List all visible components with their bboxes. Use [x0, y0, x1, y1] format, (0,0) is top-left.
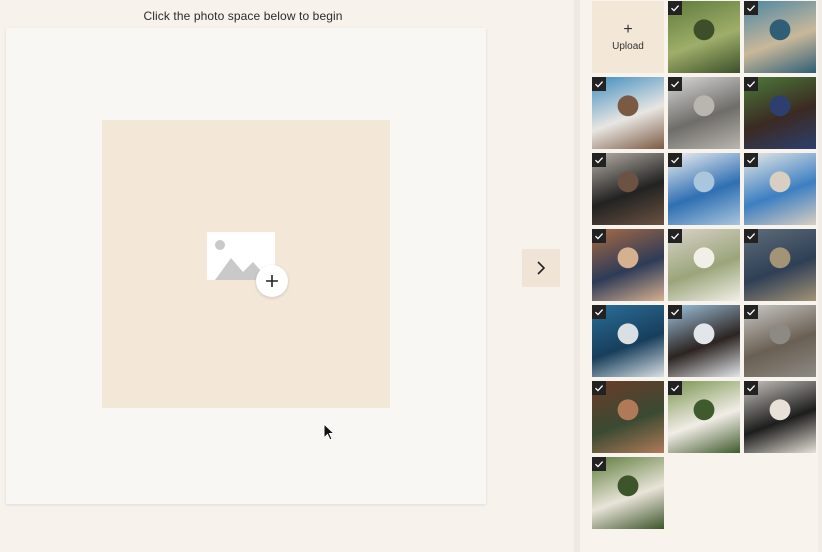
photo-thumbnail-boat-water[interactable]: [592, 305, 664, 377]
checkmark-icon[interactable]: [744, 77, 758, 91]
checkmark-icon[interactable]: [668, 77, 682, 91]
next-page-button[interactable]: [522, 249, 560, 287]
checkmark-icon[interactable]: [592, 229, 606, 243]
checkmark-icon[interactable]: [592, 457, 606, 471]
photo-thumbnail-couple-selfie[interactable]: [592, 229, 664, 301]
checkmark-icon[interactable]: [744, 153, 758, 167]
photo-panel: + Upload: [580, 0, 822, 552]
plus-icon: +: [623, 20, 633, 38]
photo-thumbnail-coastal-cliffs[interactable]: [744, 1, 816, 73]
checkmark-icon[interactable]: [592, 153, 606, 167]
photo-thumbnail-woman-arms-up[interactable]: [668, 305, 740, 377]
instruction-text: Click the photo space below to begin: [143, 9, 343, 23]
photo-thumbnail-wedding-couple[interactable]: [744, 381, 816, 453]
photo-thumbnail-woman-on-boat[interactable]: [592, 77, 664, 149]
photo-thumbnail-couple-kiss[interactable]: [592, 381, 664, 453]
checkmark-icon[interactable]: [668, 229, 682, 243]
checkmark-icon[interactable]: [744, 305, 758, 319]
checkmark-icon[interactable]: [592, 305, 606, 319]
photo-grid: + Upload: [592, 1, 816, 529]
upload-button[interactable]: + Upload: [592, 1, 664, 73]
photo-thumbnail-family-garden[interactable]: [668, 1, 740, 73]
checkmark-icon[interactable]: [668, 381, 682, 395]
add-photo-icon: [256, 265, 288, 297]
photo-thumbnail-couple-rocks[interactable]: [744, 229, 816, 301]
checkmark-icon[interactable]: [592, 77, 606, 91]
photo-space[interactable]: [102, 120, 390, 408]
photo-thumbnail-man-smiling[interactable]: [592, 153, 664, 225]
upload-label: Upload: [612, 40, 644, 52]
panel-scrollbar[interactable]: [818, 0, 822, 552]
checkmark-icon[interactable]: [668, 153, 682, 167]
checkmark-icon[interactable]: [744, 229, 758, 243]
checkmark-icon[interactable]: [668, 1, 682, 15]
checkmark-icon[interactable]: [592, 381, 606, 395]
photo-thumbnail-bride-laughing[interactable]: [668, 381, 740, 453]
checkmark-icon[interactable]: [744, 381, 758, 395]
photo-thumbnail-bride-field[interactable]: [592, 457, 664, 529]
photo-thumbnail-santorini-domes[interactable]: [668, 153, 740, 225]
photo-thumbnail-wedding-beach[interactable]: [668, 229, 740, 301]
chevron-right-icon: [537, 261, 546, 275]
photo-thumbnail-friends-on-wall[interactable]: [744, 305, 816, 377]
photo-thumbnail-woman-curly-hair[interactable]: [744, 77, 816, 149]
mouse-cursor-icon: [323, 423, 336, 441]
photo-thumbnail-white-stairs[interactable]: [744, 153, 816, 225]
checkmark-icon[interactable]: [744, 1, 758, 15]
photo-thumbnail-group-of-friends[interactable]: [668, 77, 740, 149]
checkmark-icon[interactable]: [668, 305, 682, 319]
design-canvas: [6, 28, 486, 504]
